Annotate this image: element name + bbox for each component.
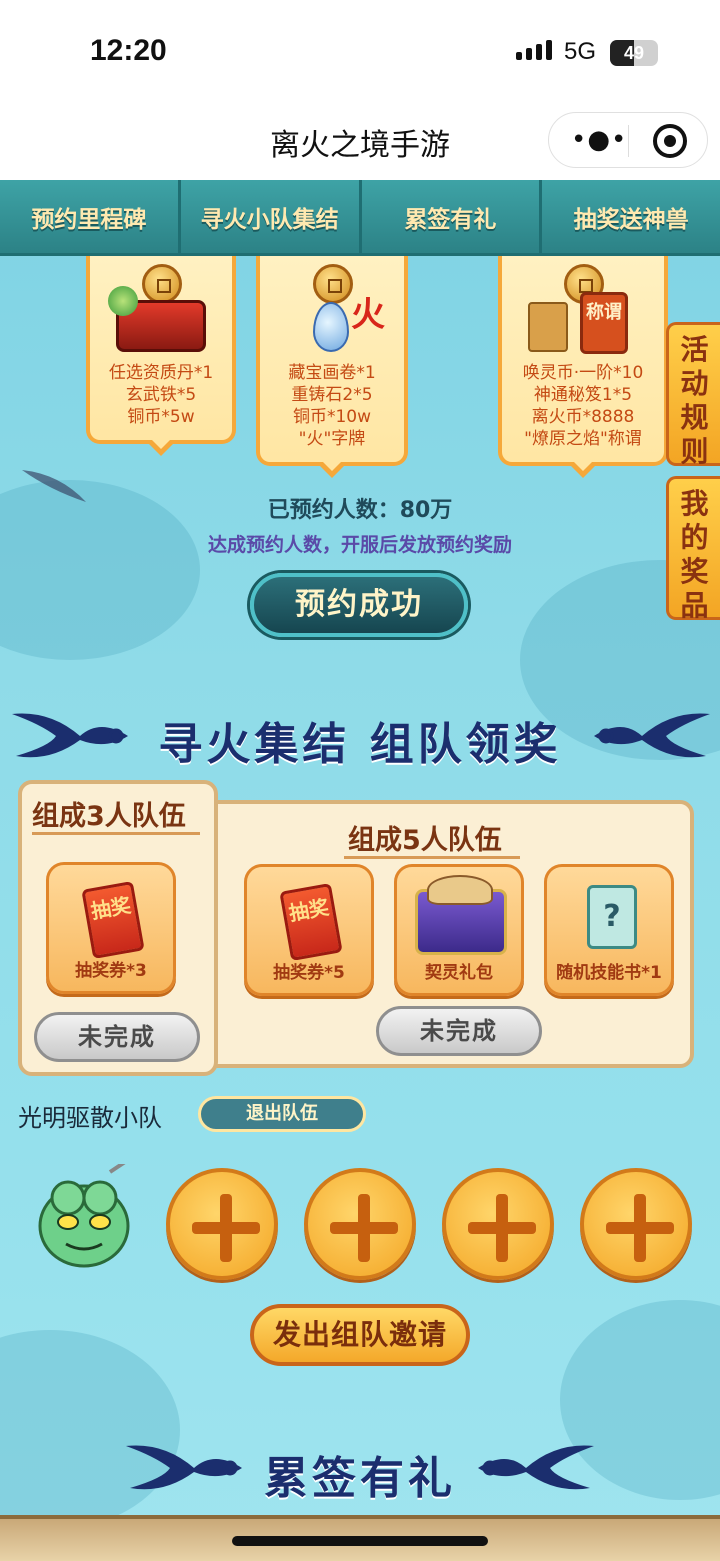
milestone-line: 藏宝画卷*1 [288,363,376,383]
team3-title-underline [32,832,200,835]
capsule-divider [628,125,629,157]
team3-title: 组成3人队伍 [32,801,186,832]
reserve-success-button[interactable]: 预约成功 [250,573,468,637]
reward-label: 抽奖券*3 [75,961,147,981]
reward-label: 抽奖券*5 [273,963,345,983]
signin-section-title: 累签有礼 [264,1453,456,1504]
reward-label: 随机技能书*1 [556,963,662,983]
coin-icon [313,264,353,304]
status-time: 12:20 [90,34,167,67]
rules-side-button[interactable]: 活动规则 [666,322,720,468]
team-section-title: 寻火集结 组队领奖 [158,719,562,770]
reservation-count: 已预约人数：80万 [267,498,453,523]
tab-team[interactable]: 寻火小队集结 [180,180,362,253]
reward-label: 契灵礼包 [425,963,493,983]
event-page: 预约里程碑 寻火小队集结 累签有礼 抽奖送神兽 任选资质丹*1 玄武铁*5 铜币… [0,180,720,1561]
card-pointer [318,461,346,478]
team5-title: 组成5人队伍 [348,825,502,856]
team3-reward-ticket: 抽奖 抽奖券*3 [46,862,176,994]
scroll-icon [528,302,568,352]
crystal-icon [313,302,349,352]
quit-team-button[interactable]: 退出队伍 [198,1096,366,1132]
team5-reward-pack: 契灵礼包 [394,864,524,996]
milestone-card-1: 任选资质丹*1 玄武铁*5 铜币*5w [86,256,236,456]
milestone-line: 重铸石2*5 [291,385,373,405]
nav-tabs: 预约里程碑 寻火小队集结 累签有礼 抽奖送神兽 [0,180,720,256]
reservation-hint: 达成预约人数，开服后发放预约奖励 [207,534,512,556]
signal-icon [516,40,552,60]
tab-signin[interactable]: 累签有礼 [361,180,543,253]
more-dots-icon[interactable]: •●• [571,125,627,155]
battery-level: 49 [623,43,645,63]
rules-label: 活动规则 [680,333,709,468]
team5-reward-skillbook: ? 随机技能书*1 [544,864,674,996]
milestone-line: "燎原之焰"称谓 [524,429,642,449]
tab-milestone[interactable]: 预约里程碑 [0,180,181,253]
status-bar: 12:20 5G 49 [0,0,720,100]
title-badge: 称谓 [580,292,628,354]
team5-status-button[interactable]: 未完成 [376,1006,542,1056]
fire-badge: 火 [351,295,385,335]
add-member-slot-2[interactable] [304,1168,416,1280]
team3-panel: 组成3人队伍 抽奖 抽奖券*3 未完成 [18,780,218,1076]
battery-icon: 49 [610,40,658,66]
capsule-menu: •●• [548,112,708,168]
milestone-line: 神通秘笈1*5 [533,385,633,405]
milestone-line: 铜币*5w [127,407,195,427]
send-invite-button[interactable]: 发出组队邀请 [250,1304,470,1366]
team-name: 光明驱散小队 [18,1104,162,1132]
card-pointer [147,439,175,456]
team3-status-button[interactable]: 未完成 [34,1012,200,1062]
ticket-icon: 抽奖 [81,881,145,959]
leader-avatar [38,1164,130,1268]
milestone-line: 离火币*8888 [531,407,635,427]
reward-art-chest [102,262,220,358]
milestone-line: 唤灵币·一阶*10 [522,363,644,383]
team5-panel: 组成5人队伍 抽奖 抽奖券*5 契灵礼包 ? 随机技能书*1 未完成 [200,800,694,1068]
ticket-icon: 抽奖 [279,883,343,961]
team5-title-underline [344,856,520,859]
add-member-slot-3[interactable] [442,1168,554,1280]
reward-art-crystal: 火 [273,262,391,358]
creatures-icon [427,875,493,905]
close-target-icon[interactable] [653,124,687,158]
card-pointer [569,461,597,478]
reward-art-title: 称谓 [524,262,642,358]
gem-icon [108,286,138,316]
home-indicator [232,1536,488,1546]
question-scroll-icon: ? [587,885,637,949]
add-member-slot-1[interactable] [166,1168,278,1280]
milestone-line: "火"字牌 [298,429,366,449]
team5-reward-ticket: 抽奖 抽奖券*5 [244,864,374,996]
add-member-slot-4[interactable] [580,1168,692,1280]
tab-lottery[interactable]: 抽奖送神兽 [542,180,720,253]
milestone-line: 任选资质丹*1 [108,363,214,383]
milestone-card-2: 火 藏宝画卷*1 重铸石2*5 铜币*10w "火"字牌 [256,256,408,478]
mini-program-titlebar: 离火之境手游 •●• [0,100,720,180]
milestone-line: 玄武铁*5 [125,385,197,405]
milestone-card-3: 称谓 唤灵币·一阶*10 神通秘笈1*5 离火币*8888 "燎原之焰"称谓 [498,256,668,478]
network-type: 5G [564,38,597,65]
coin-icon [142,264,182,304]
milestone-line: 铜币*10w [292,407,372,427]
